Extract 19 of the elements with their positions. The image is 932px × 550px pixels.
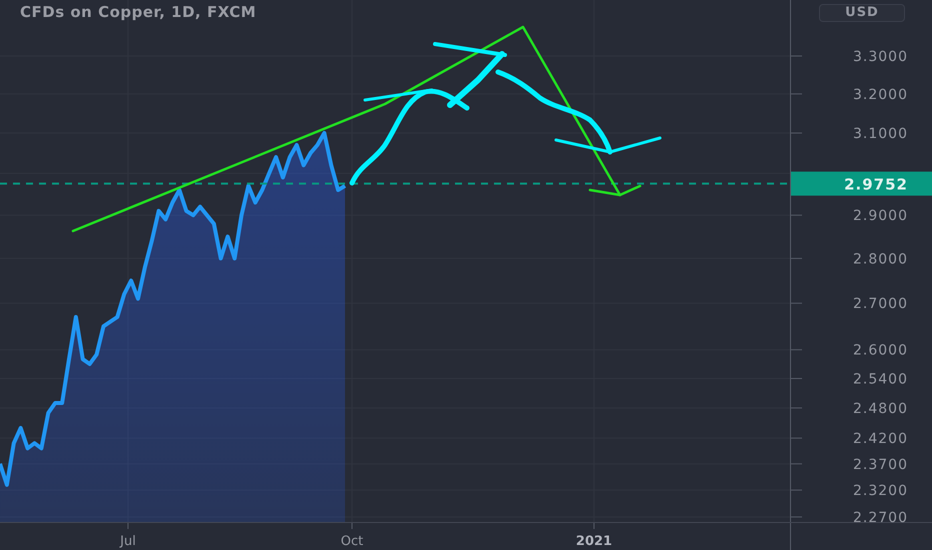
price-axis-label: 3.2000 bbox=[853, 86, 908, 103]
price-axis-label: 2.6000 bbox=[853, 342, 908, 359]
price-axis-label: 2.3700 bbox=[853, 456, 908, 473]
time-axis-label: Oct bbox=[340, 534, 364, 549]
price-axis-label: 2.7000 bbox=[853, 296, 908, 312]
price-axis-label: 2.4800 bbox=[853, 400, 908, 417]
price-axis-label: 3.1000 bbox=[853, 126, 908, 142]
price-axis-label: 2.4200 bbox=[853, 431, 908, 448]
price-axis-label: 2.5400 bbox=[853, 371, 908, 388]
price-axis-label: 2.9000 bbox=[853, 208, 908, 224]
time-axis-label: Jul bbox=[120, 534, 136, 549]
price-axis-label: 2.3200 bbox=[853, 483, 908, 500]
price-axis-label: 2.8000 bbox=[853, 251, 908, 268]
chart-title: CFDs on Copper, 1D, FXCM bbox=[20, 3, 256, 21]
time-axis-label: 2021 bbox=[576, 534, 612, 549]
price-axis-label: 2.2700 bbox=[853, 510, 908, 526]
currency-button[interactable]: USD bbox=[819, 4, 905, 22]
last-price-label: 2.9752 bbox=[791, 172, 932, 196]
price-axis-label: 3.3000 bbox=[853, 49, 908, 65]
